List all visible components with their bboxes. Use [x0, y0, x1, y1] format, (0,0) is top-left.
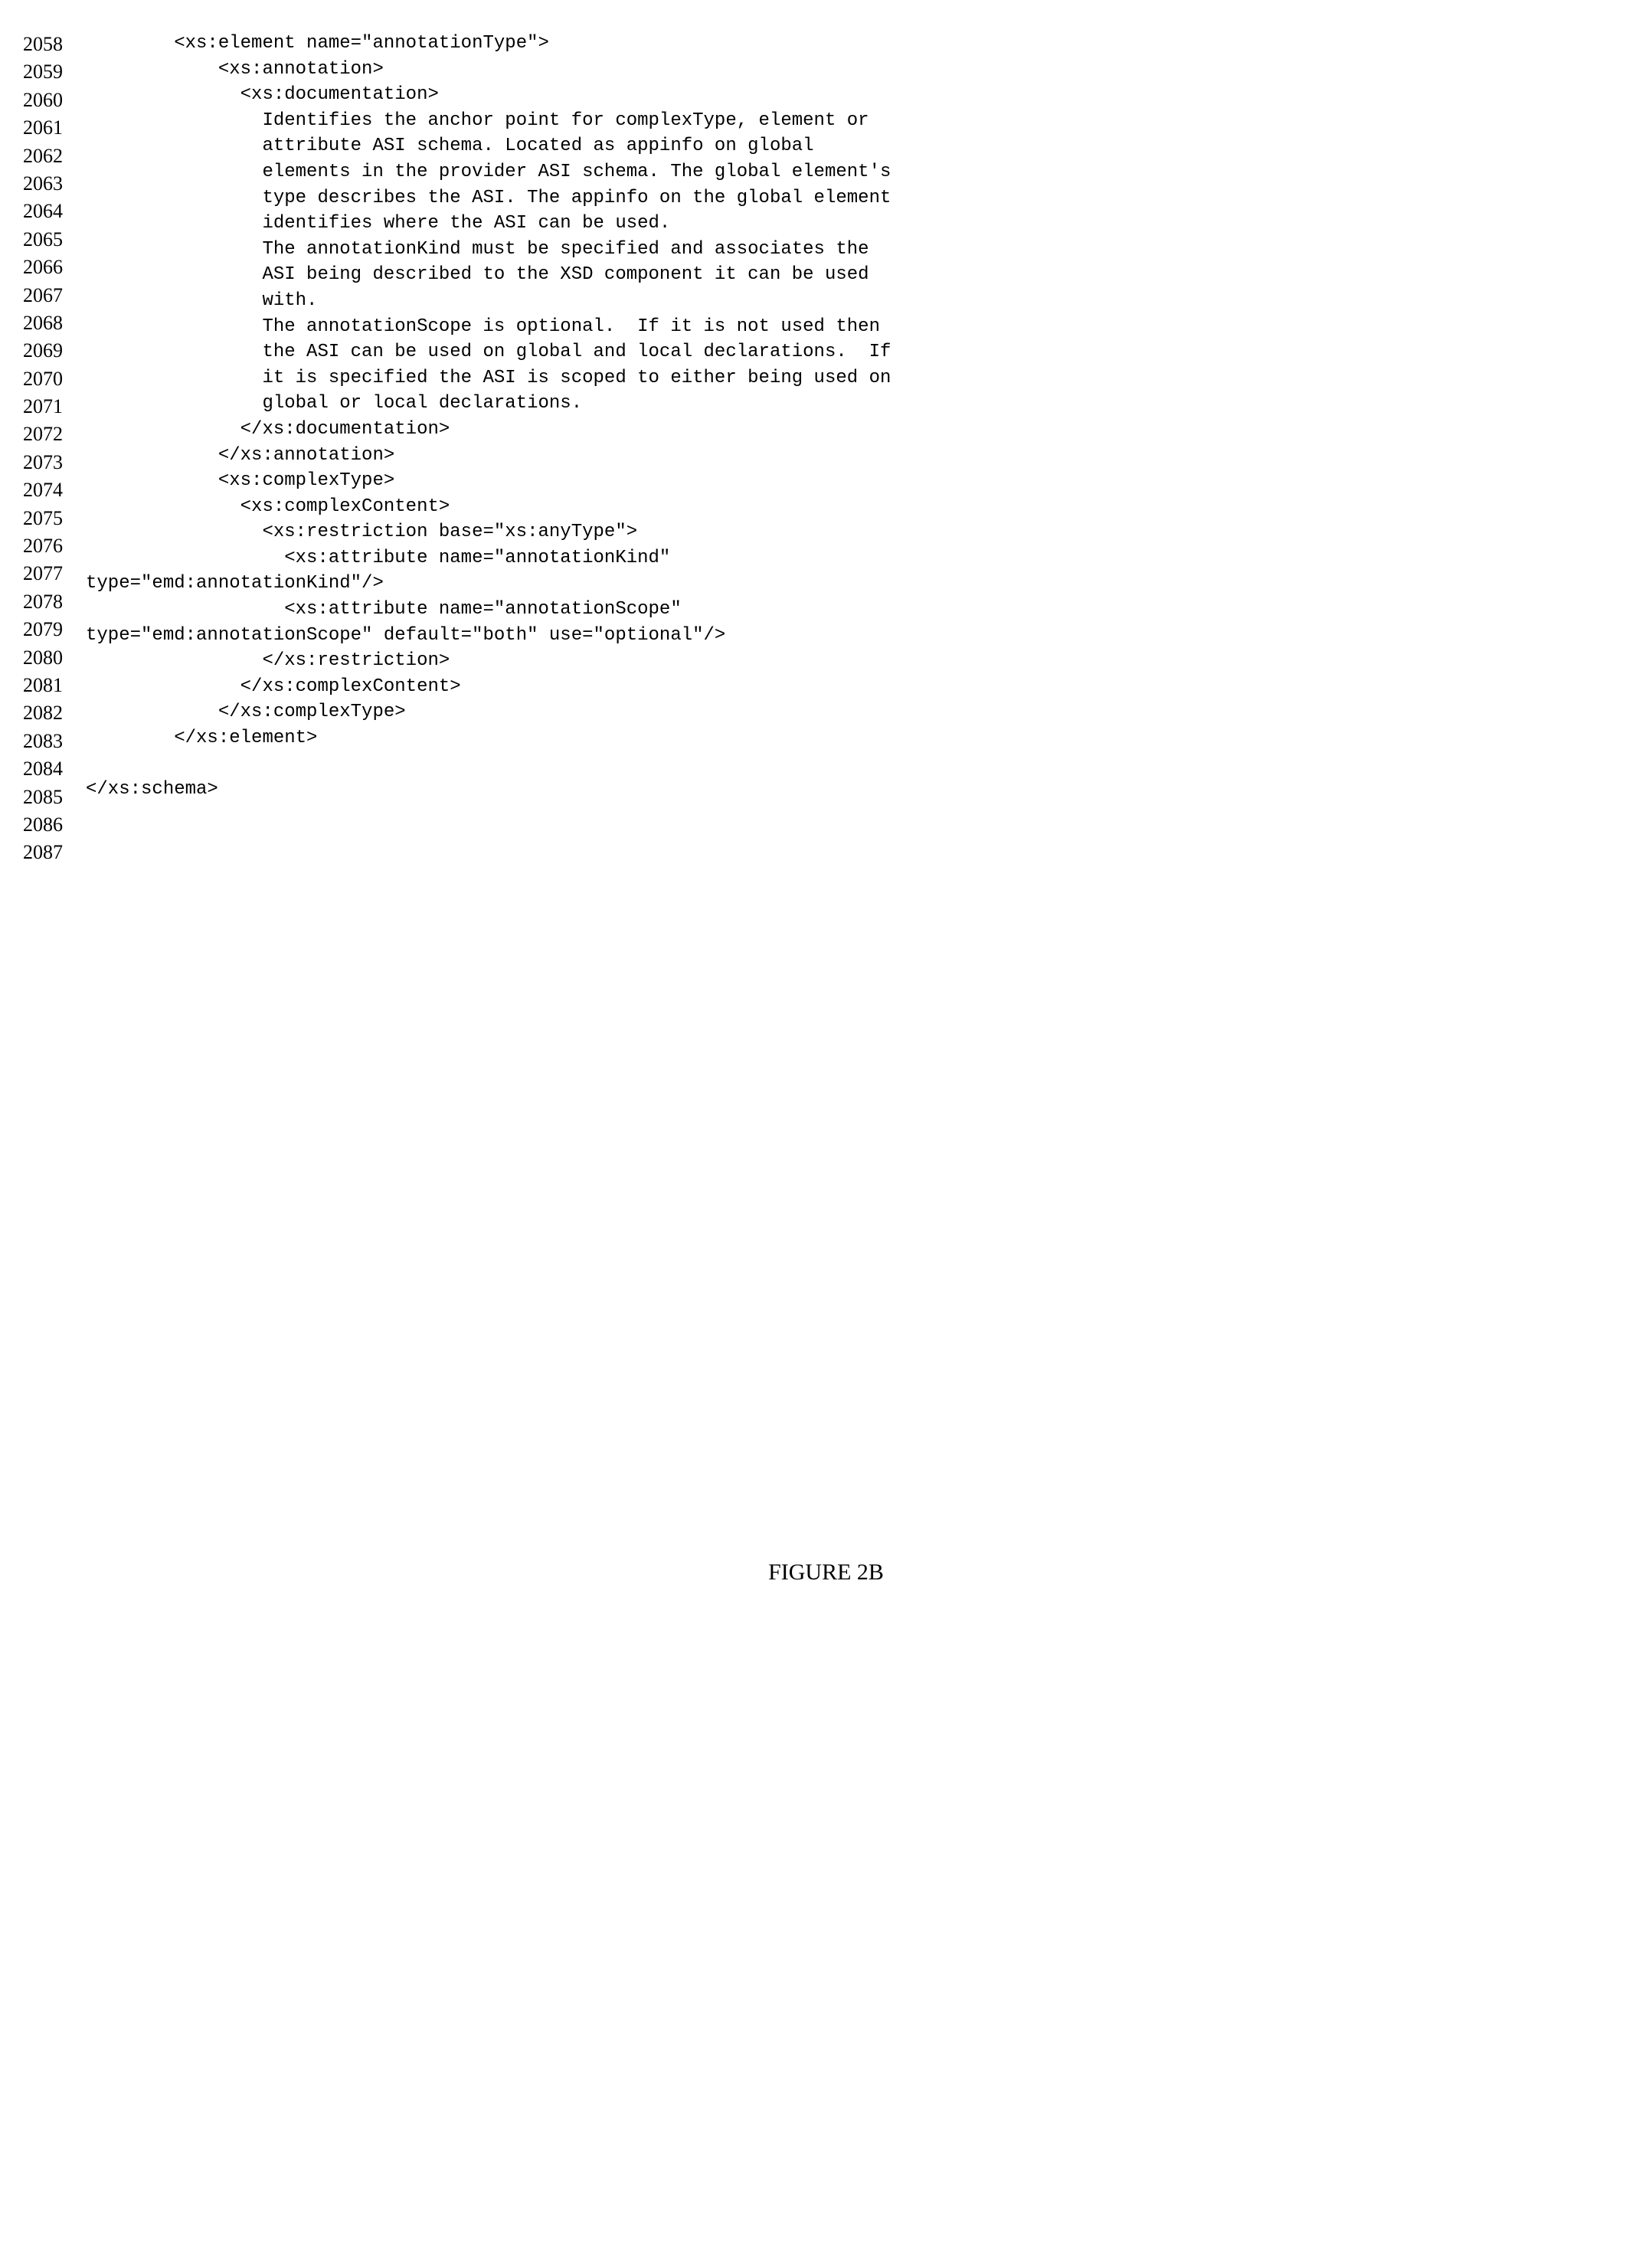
code-block: 2058 2059 2060 2061 2062 2063 2064 2065 … — [23, 31, 1629, 867]
code-content: <xs:element name="annotationType"> <xs:a… — [86, 31, 891, 867]
line-number-gutter: 2058 2059 2060 2061 2062 2063 2064 2065 … — [23, 31, 86, 867]
figure-caption: FIGURE 2B — [23, 1556, 1629, 1589]
